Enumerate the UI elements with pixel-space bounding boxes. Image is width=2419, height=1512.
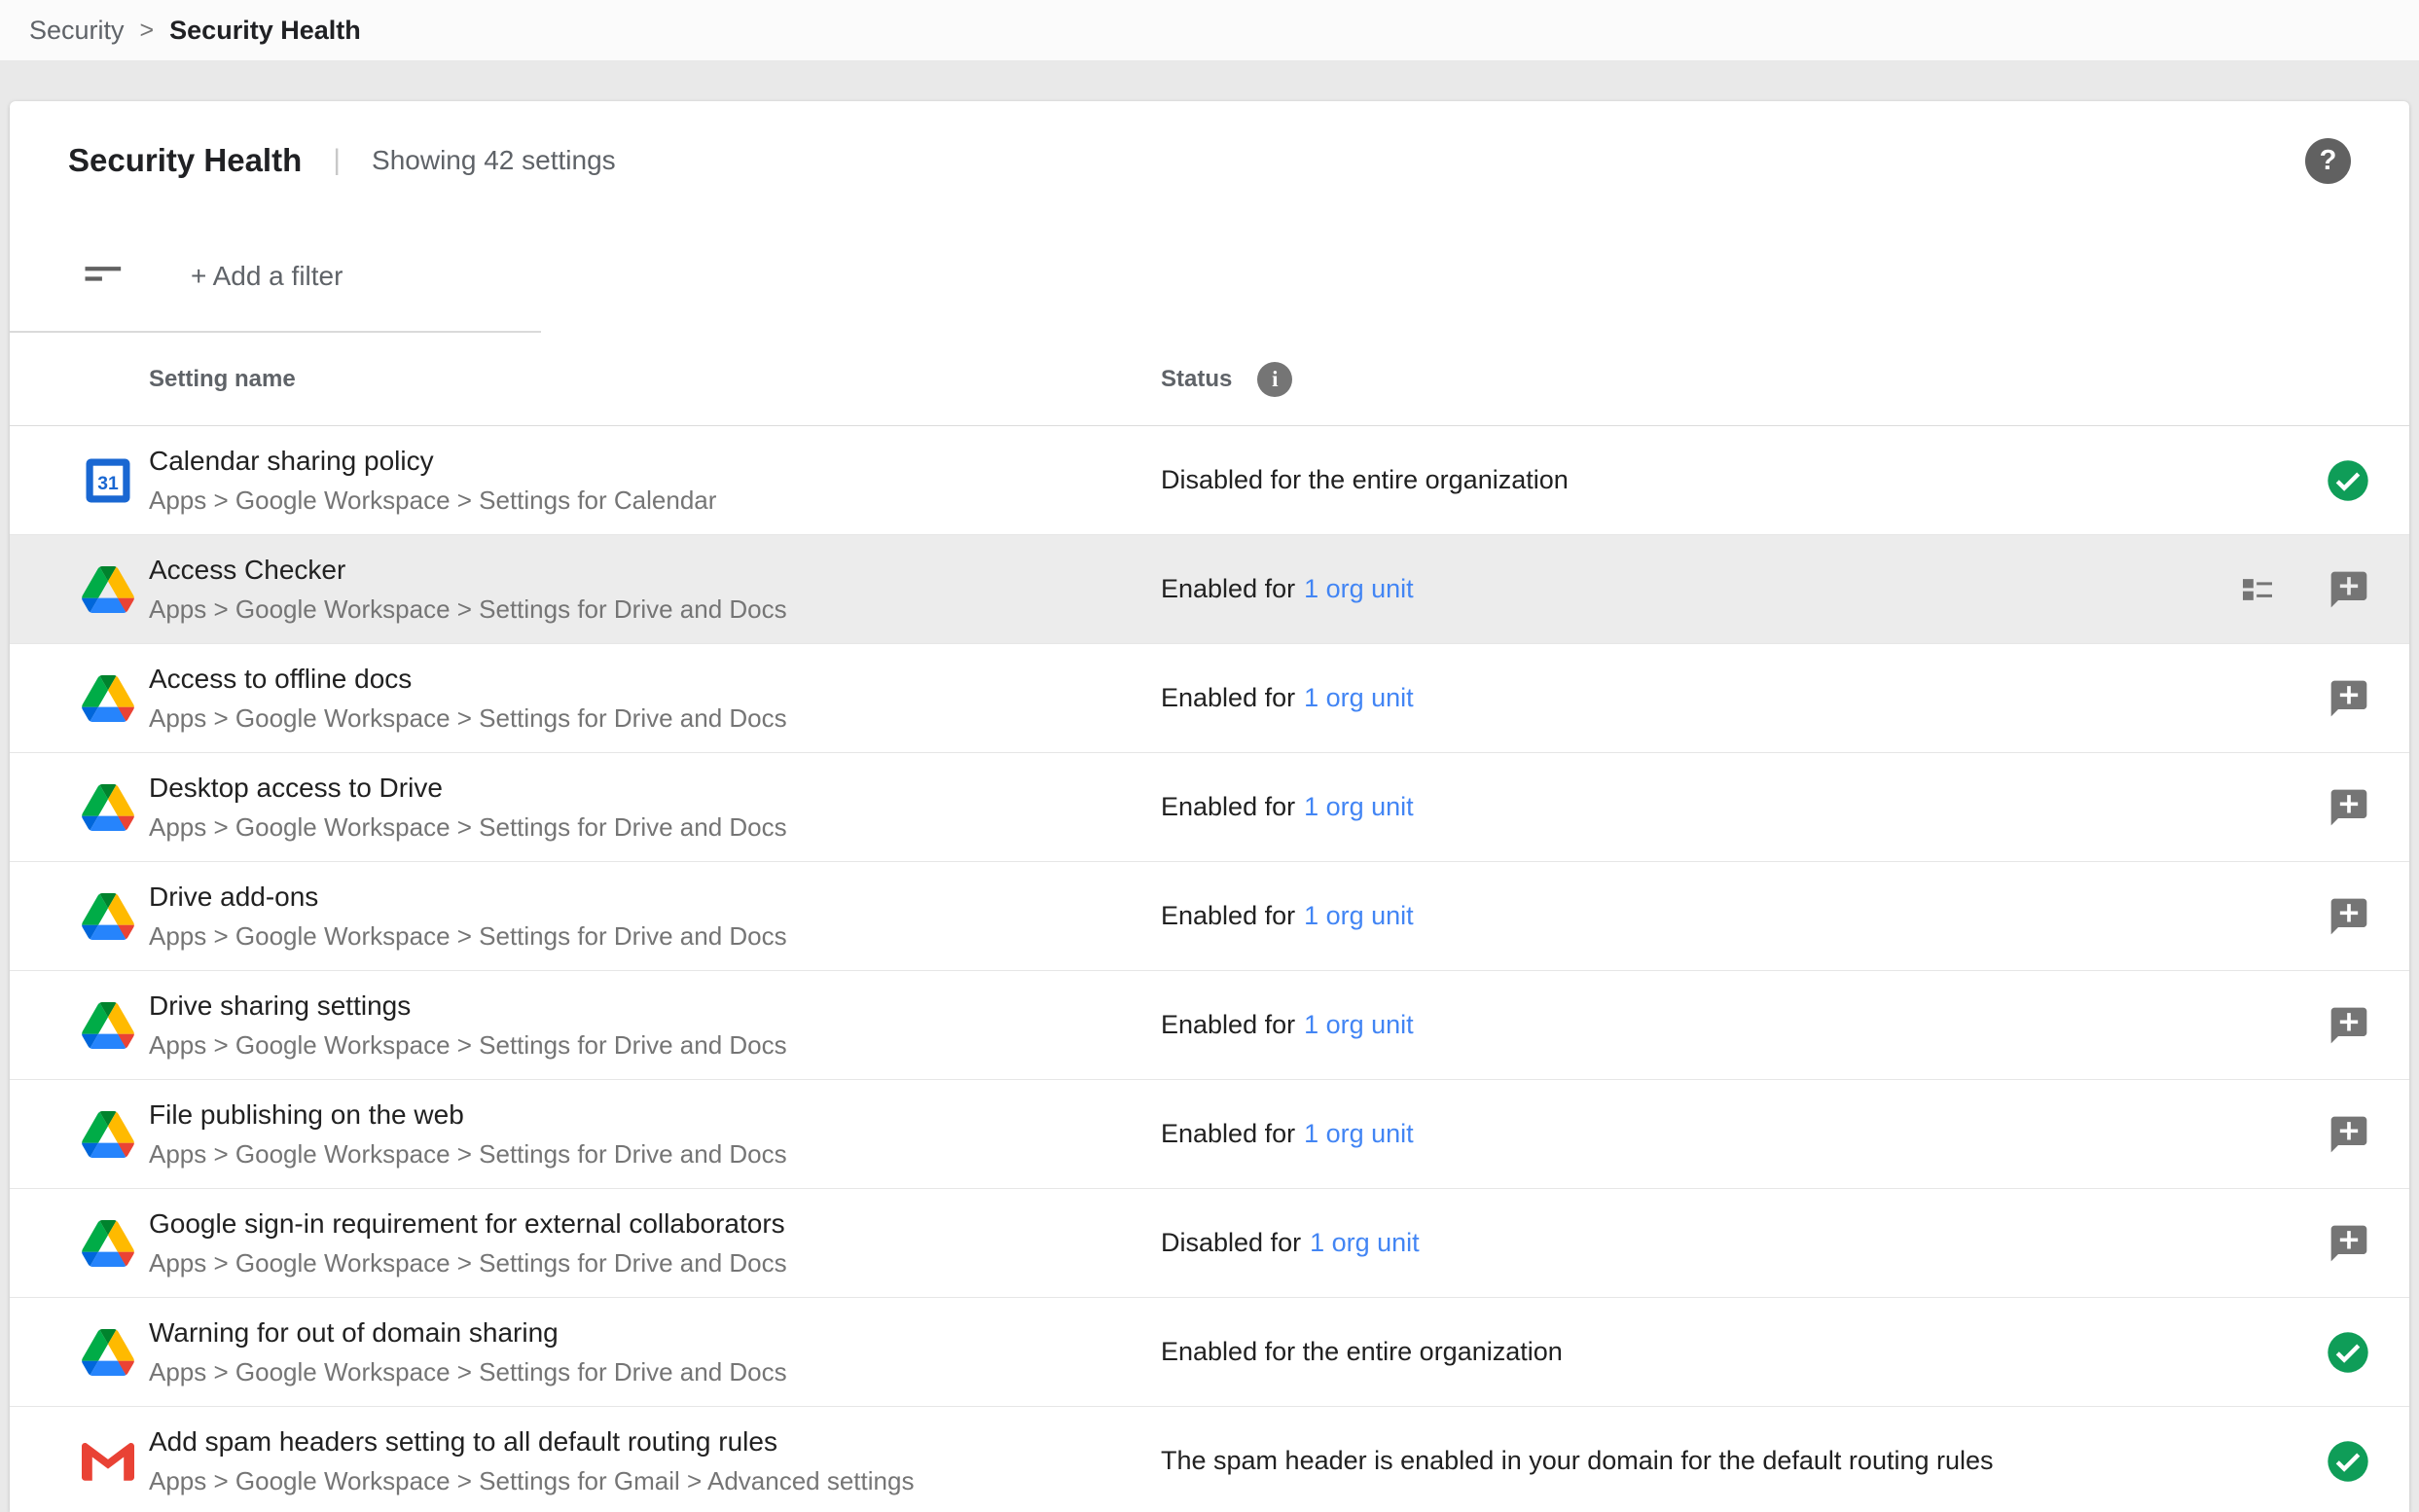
recommendation-icon[interactable]	[2328, 786, 2370, 829]
breadcrumb-security-link[interactable]: Security	[29, 16, 125, 46]
table-row[interactable]: Access Checker Apps > Google Workspace >…	[10, 535, 2409, 644]
setting-path: Apps > Google Workspace > Settings for D…	[149, 1139, 1161, 1170]
setting-name: Google sign-in requirement for external …	[149, 1208, 1161, 1240]
column-header-status: Status	[1161, 366, 1232, 393]
setting-status: Enabled for 1 org unit	[1161, 683, 2117, 713]
recommendation-icon[interactable]	[2328, 1113, 2370, 1156]
status-org-unit-link[interactable]: 1 org unit	[1304, 1119, 1414, 1148]
setting-status: The spam header is enabled in your domai…	[1161, 1446, 2117, 1476]
drive-icon	[82, 1220, 134, 1267]
status-text: Enabled for	[1161, 683, 1295, 712]
breadcrumb-current-page: Security Health	[169, 16, 361, 46]
settings-count-label: Showing 42 settings	[372, 145, 616, 176]
recommendation-icon[interactable]	[2328, 677, 2370, 720]
calendar-icon: 31	[82, 454, 134, 507]
status-org-unit-link[interactable]: 1 org unit	[1304, 1010, 1414, 1039]
setting-path: Apps > Google Workspace > Settings for D…	[149, 812, 1161, 843]
setting-name: Access Checker	[149, 555, 1161, 586]
status-org-unit-link[interactable]: 1 org unit	[1304, 683, 1414, 712]
table-row[interactable]: Google sign-in requirement for external …	[10, 1189, 2409, 1298]
setting-name: Drive add-ons	[149, 882, 1161, 913]
table-header-row: Setting name Status i	[10, 333, 2409, 426]
recommendation-icon[interactable]	[2328, 1222, 2370, 1265]
setting-path: Apps > Google Workspace > Settings for C…	[149, 486, 1161, 516]
setting-path: Apps > Google Workspace > Settings for D…	[149, 703, 1161, 734]
setting-status: Enabled for the entire organization	[1161, 1337, 2117, 1367]
setting-name: Drive sharing settings	[149, 990, 1161, 1022]
status-text: Disabled for the entire organization	[1161, 465, 1569, 494]
drive-icon	[82, 784, 134, 831]
gmail-icon	[82, 1441, 134, 1481]
setting-path: Apps > Google Workspace > Settings for D…	[149, 1030, 1161, 1061]
filter-bar: + Add a filter	[10, 220, 2409, 333]
setting-name: Calendar sharing policy	[149, 446, 1161, 477]
setting-status: Disabled for 1 org unit	[1161, 1228, 2117, 1258]
add-filter-button[interactable]: + Add a filter	[191, 261, 343, 292]
setting-name: Add spam headers setting to all default …	[149, 1426, 1161, 1458]
setting-status: Enabled for 1 org unit	[1161, 792, 2117, 822]
help-icon[interactable]: ?	[2305, 138, 2351, 184]
check-circle-icon	[2326, 458, 2370, 503]
setting-path: Apps > Google Workspace > Settings for D…	[149, 594, 1161, 625]
filter-icon[interactable]	[80, 254, 125, 299]
org-units-icon[interactable]	[2238, 570, 2277, 609]
page-title: Security Health	[68, 142, 302, 179]
status-info-icon[interactable]: i	[1257, 362, 1292, 397]
table-row[interactable]: Desktop access to Drive Apps > Google Wo…	[10, 753, 2409, 862]
setting-status: Enabled for 1 org unit	[1161, 901, 2117, 931]
status-text: Enabled for	[1161, 1010, 1295, 1039]
status-text: Enabled for	[1161, 1119, 1295, 1148]
drive-icon	[82, 893, 134, 940]
card-header: Security Health | Showing 42 settings ?	[10, 101, 2409, 220]
status-text: Enabled for the entire organization	[1161, 1337, 1563, 1366]
recommendation-icon[interactable]	[2328, 568, 2370, 611]
setting-path: Apps > Google Workspace > Settings for D…	[149, 1357, 1161, 1387]
setting-name: Warning for out of domain sharing	[149, 1317, 1161, 1349]
setting-status: Enabled for 1 org unit	[1161, 574, 2117, 604]
status-text: Disabled for	[1161, 1228, 1301, 1257]
table-row[interactable]: File publishing on the web Apps > Google…	[10, 1080, 2409, 1189]
setting-name: Desktop access to Drive	[149, 773, 1161, 804]
settings-table-body: 31 Calendar sharing policy Apps > Google…	[10, 426, 2409, 1512]
status-org-unit-link[interactable]: 1 org unit	[1304, 574, 1414, 603]
table-row[interactable]: Drive sharing settings Apps > Google Wor…	[10, 971, 2409, 1080]
drive-icon	[82, 1002, 134, 1049]
drive-icon	[82, 675, 134, 722]
setting-status: Enabled for 1 org unit	[1161, 1119, 2117, 1149]
column-header-setting-name: Setting name	[149, 366, 1161, 393]
drive-icon	[82, 566, 134, 613]
drive-icon	[82, 1111, 134, 1158]
setting-path: Apps > Google Workspace > Settings for D…	[149, 921, 1161, 952]
breadcrumb-separator: >	[140, 17, 155, 45]
setting-path: Apps > Google Workspace > Settings for D…	[149, 1248, 1161, 1278]
table-row[interactable]: Access to offline docs Apps > Google Wor…	[10, 644, 2409, 753]
security-health-card: Security Health | Showing 42 settings ? …	[10, 101, 2409, 1512]
check-circle-icon	[2326, 1330, 2370, 1375]
status-text: The spam header is enabled in your domai…	[1161, 1446, 1994, 1475]
drive-icon	[82, 1329, 134, 1376]
status-text: Enabled for	[1161, 901, 1295, 930]
setting-status: Enabled for 1 org unit	[1161, 1010, 2117, 1040]
setting-name: File publishing on the web	[149, 1099, 1161, 1131]
table-row[interactable]: 31 Calendar sharing policy Apps > Google…	[10, 426, 2409, 535]
status-org-unit-link[interactable]: 1 org unit	[1304, 792, 1414, 821]
status-text: Enabled for	[1161, 792, 1295, 821]
recommendation-icon[interactable]	[2328, 1004, 2370, 1047]
setting-name: Access to offline docs	[149, 664, 1161, 695]
status-org-unit-link[interactable]: 1 org unit	[1304, 901, 1414, 930]
setting-status: Disabled for the entire organization	[1161, 465, 2117, 495]
status-text: Enabled for	[1161, 574, 1295, 603]
table-row[interactable]: Add spam headers setting to all default …	[10, 1407, 2409, 1512]
table-row[interactable]: Drive add-ons Apps > Google Workspace > …	[10, 862, 2409, 971]
svg-text:31: 31	[97, 472, 119, 493]
table-row[interactable]: Warning for out of domain sharing Apps >…	[10, 1298, 2409, 1407]
title-divider: |	[333, 144, 341, 177]
recommendation-icon[interactable]	[2328, 895, 2370, 938]
breadcrumb: Security > Security Health	[0, 0, 2419, 60]
check-circle-icon	[2326, 1439, 2370, 1484]
setting-path: Apps > Google Workspace > Settings for G…	[149, 1466, 1161, 1496]
status-org-unit-link[interactable]: 1 org unit	[1310, 1228, 1420, 1257]
